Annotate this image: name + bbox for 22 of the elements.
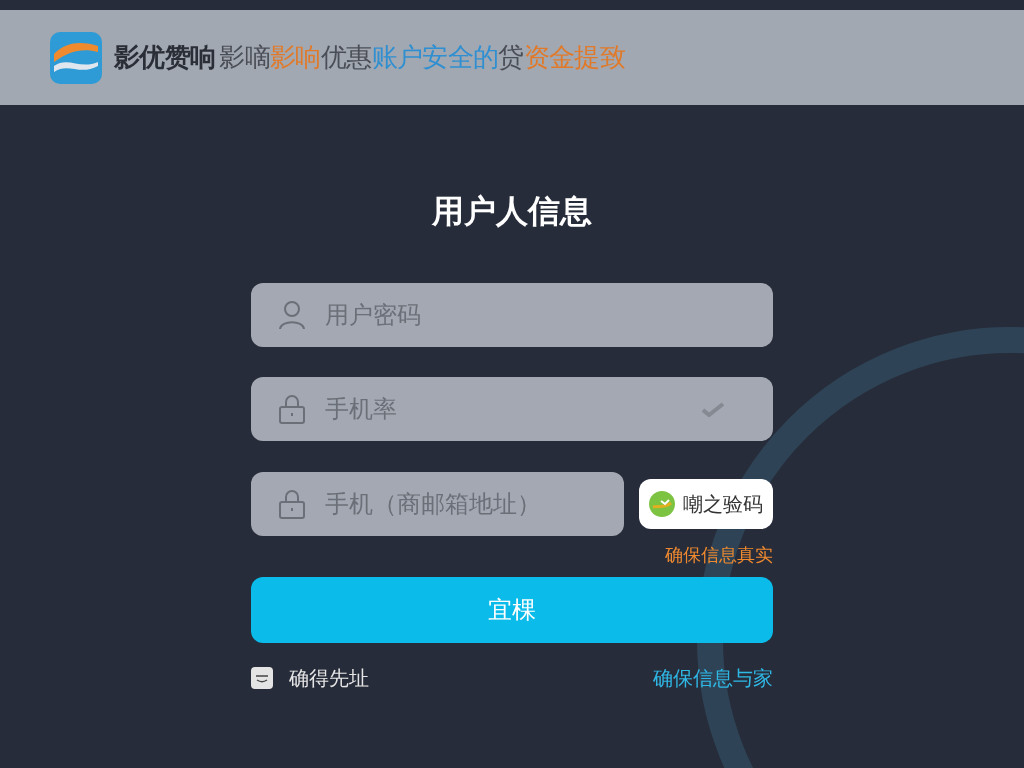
hint-text: 确保信息真实 [665, 544, 773, 567]
input-field[interactable]: 手机（商邮箱地址） [251, 472, 624, 536]
toggle-icon [255, 673, 269, 683]
lock-icon [279, 489, 305, 519]
header-slogan-text: 影嘀 [219, 41, 271, 74]
user-icon [279, 300, 305, 330]
get-code-button[interactable]: 嘲之验码 [639, 479, 773, 529]
remember-label: 确得先址 [289, 666, 369, 691]
page-title: 用户人信息 [432, 192, 592, 231]
header-slogan-text: 账户安全的 [371, 41, 499, 74]
header-slogan-text: 贷 [498, 41, 524, 74]
link[interactable]: 确保信息与家 [653, 663, 773, 693]
verify-icon [649, 491, 675, 517]
header-slogan-text: 影响 [270, 41, 321, 74]
header-slogan-text: 优惠 [320, 41, 372, 74]
header-slogan-text: 资金提致 [523, 41, 626, 74]
logo-icon [50, 31, 102, 84]
lock-icon [279, 394, 305, 424]
app-name: 影优赞响 [114, 41, 216, 74]
checkbox[interactable] [251, 667, 273, 689]
input-field[interactable]: 手机率 [251, 377, 773, 441]
input-field[interactable]: 用户密码 [251, 283, 773, 347]
